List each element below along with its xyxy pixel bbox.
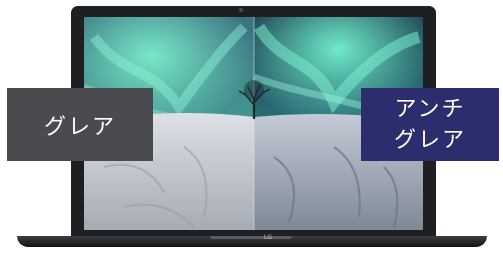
webcam-icon — [239, 8, 243, 12]
brand-logo: LG — [264, 234, 272, 241]
antiglare-label: アンチ グレア — [361, 88, 499, 161]
antiglare-label-line2: グレア — [393, 127, 466, 153]
laptop-hinge-notch — [210, 236, 292, 239]
glare-label: グレア — [7, 88, 153, 161]
glare-label-text: グレア — [43, 114, 116, 140]
antiglare-label-line1: アンチ — [394, 96, 466, 122]
